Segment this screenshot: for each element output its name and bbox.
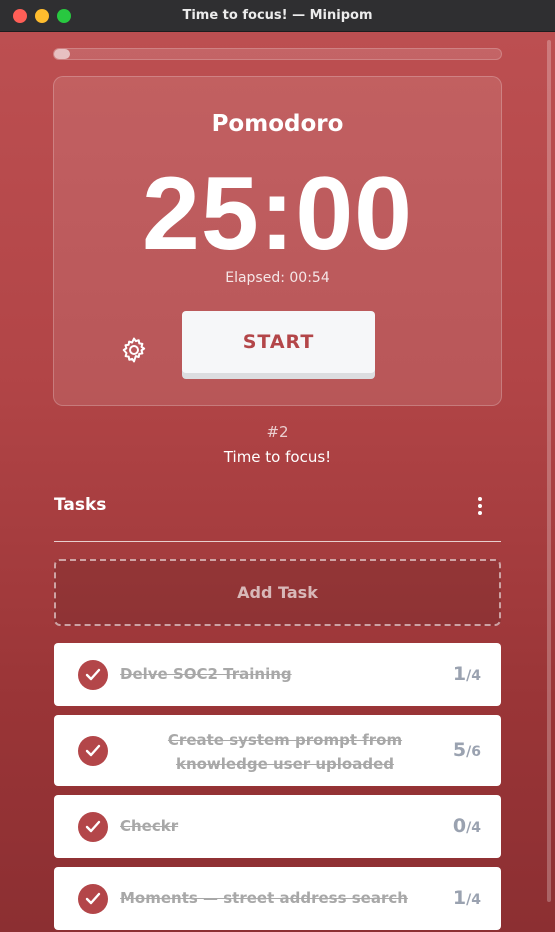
check-circle-icon[interactable] xyxy=(78,660,108,690)
timer-mode-title: Pomodoro xyxy=(211,111,344,137)
task-text: Checkr xyxy=(120,817,179,835)
task-done-count: 0 xyxy=(452,815,467,837)
task-pomodoro-count: 1/4 xyxy=(453,663,481,685)
session-progress-fill xyxy=(54,49,71,59)
timer-card: Pomodoro 25:00 Elapsed: 00:54 START xyxy=(53,76,502,406)
task-item[interactable]: Delve SOC2 Training 1/4 xyxy=(54,643,501,706)
elapsed-time: Elapsed: 00:54 xyxy=(225,270,330,286)
window-title: Time to focus! — Minipom xyxy=(182,8,373,23)
tasks-divider xyxy=(54,541,501,542)
task-text: Moments — street address search xyxy=(120,889,408,907)
task-total-count: /4 xyxy=(466,892,481,908)
task-item[interactable]: Create system prompt from knowledge user… xyxy=(54,715,501,786)
task-done-count: 5 xyxy=(452,739,467,761)
session-progress-bar xyxy=(53,48,502,60)
task-total-count: /4 xyxy=(466,668,481,684)
gear-icon[interactable] xyxy=(119,335,149,365)
scrollbar[interactable] xyxy=(547,40,551,902)
tasks-heading: Tasks xyxy=(54,495,107,515)
start-button[interactable]: START xyxy=(182,311,375,373)
task-total-count: /6 xyxy=(466,744,481,760)
check-circle-icon[interactable] xyxy=(78,736,108,766)
check-circle-icon[interactable] xyxy=(78,812,108,842)
task-item[interactable]: Moments — street address search 1/4 xyxy=(54,867,501,930)
task-text: Create system prompt from knowledge user… xyxy=(167,731,403,773)
app-window: Time to focus! — Minipom Pomodoro 25:00 … xyxy=(0,0,555,932)
task-total-count: /4 xyxy=(466,820,481,836)
add-task-button[interactable]: Add Task xyxy=(54,559,501,626)
task-pomodoro-count: 5/6 xyxy=(453,739,481,761)
session-label: Time to focus! xyxy=(223,448,332,466)
session-number: #2 xyxy=(266,423,289,441)
check-circle-icon[interactable] xyxy=(78,884,108,914)
add-task-label: Add Task xyxy=(237,583,318,602)
task-text: Delve SOC2 Training xyxy=(120,665,292,683)
task-done-count: 1 xyxy=(452,663,467,685)
task-item[interactable]: Checkr 0/4 xyxy=(54,795,501,858)
title-bar: Time to focus! — Minipom xyxy=(0,0,555,32)
timer-display: 25:00 xyxy=(142,156,413,272)
more-vertical-icon[interactable] xyxy=(470,495,490,517)
task-done-count: 1 xyxy=(452,887,467,909)
task-pomodoro-count: 1/4 xyxy=(453,887,481,909)
task-pomodoro-count: 0/4 xyxy=(453,815,481,837)
